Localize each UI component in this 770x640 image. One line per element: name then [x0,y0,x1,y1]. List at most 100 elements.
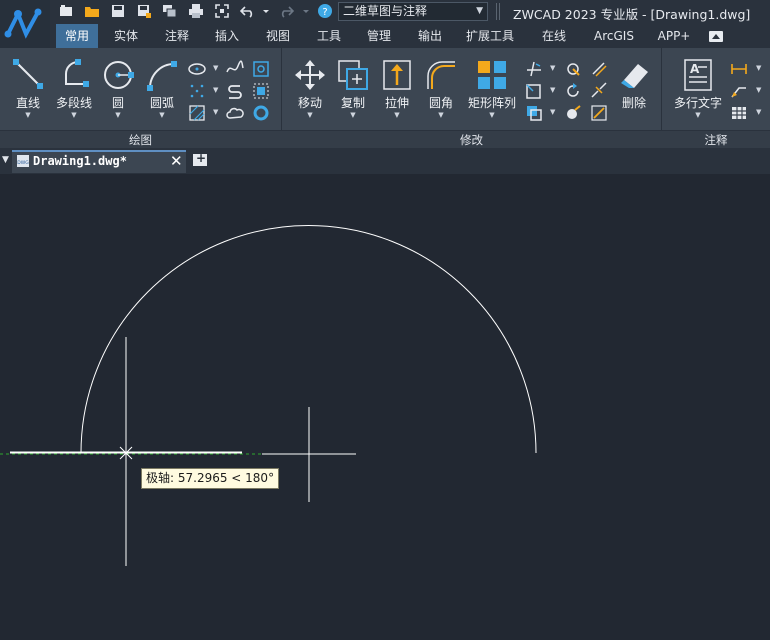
chevron-down-icon: ▼ [71,111,77,119]
explode-icon[interactable] [564,60,582,78]
fullscreen-icon[interactable] [214,3,230,19]
chevron-down-icon: ▼ [350,111,356,119]
line-tool-button[interactable]: 直线 ▼ [8,58,48,119]
chevron-down-icon[interactable]: ▼ [756,86,761,94]
rectangular-array-tool-label: 矩形阵列 [467,96,516,110]
open-folder-icon[interactable] [84,3,100,19]
rotate-icon[interactable] [564,82,582,100]
join-icon[interactable] [564,104,582,122]
help-icon[interactable]: ? [317,3,333,19]
chevron-down-icon: ▼ [307,111,313,119]
drawing-area[interactable] [0,174,770,640]
chevron-down-icon: ▼ [394,111,400,119]
trim-icon[interactable] [525,60,543,78]
title-divider [496,3,497,20]
break-icon[interactable] [590,82,608,100]
svg-text:DWG: DWG [17,160,29,166]
table-icon[interactable] [730,104,748,122]
line-tool-label: 直线 [15,96,40,110]
save-icon[interactable] [110,3,126,19]
tab-extension-tools[interactable]: 扩展工具 [462,24,518,48]
stretch-tool-button[interactable]: 拉伸 ▼ [379,58,415,119]
point-icon[interactable] [188,82,206,100]
rectangle-icon[interactable] [252,60,270,78]
tab-annotate[interactable]: 注释 [157,24,197,48]
tab-insert[interactable]: 插入 [207,24,247,48]
ellipse-icon[interactable] [188,60,206,78]
align-icon[interactable] [590,104,608,122]
tab-manage[interactable]: 管理 [359,24,399,48]
polyline-tool-button[interactable]: 多段线 ▼ [52,58,96,119]
annotate-panel-label[interactable]: 注释 [662,132,770,148]
line-icon [13,59,43,89]
revision-s-icon[interactable] [226,82,244,100]
svg-text:?: ? [322,7,327,18]
new-tab-button[interactable] [193,151,207,166]
linear-dimension-icon[interactable] [730,60,748,78]
erase-tool-label: 删除 [621,96,646,110]
chevron-down-icon[interactable]: ▼ [550,108,555,116]
move-tool-button[interactable]: 移动 ▼ [292,58,328,119]
tab-tools[interactable]: 工具 [309,24,349,48]
chevron-down-icon[interactable]: ▼ [213,64,218,72]
modify-panel-label[interactable]: 修改 [282,132,661,148]
offset-icon[interactable] [590,60,608,78]
close-icon[interactable]: ✕ [170,152,183,170]
zwcad-logo-icon [4,8,42,39]
revision-cloud-icon[interactable] [226,104,244,122]
tab-output[interactable]: 输出 [410,24,450,48]
save-as-icon[interactable] [136,3,152,19]
fillet-tool-button[interactable]: 圆角 ▼ [422,58,460,119]
leader-icon[interactable] [730,82,748,100]
print-icon[interactable] [188,3,204,19]
tab-online[interactable]: 在线 [532,24,576,48]
fillet-tool-label: 圆角 [428,96,453,110]
copy-tool-button[interactable]: 复制 ▼ [335,58,371,119]
erase-tool-button[interactable]: 删除 [614,58,654,111]
rectangular-array-tool-button[interactable]: 矩形阵列 ▼ [466,58,518,119]
tab-solid[interactable]: 实体 [106,24,146,48]
ribbon-tab-bar: 常用 实体 注释 插入 视图 工具 管理 输出 扩展工具 在线 ArcGIS A… [50,24,770,48]
new-file-icon[interactable] [58,3,74,19]
document-list-icon[interactable]: ▼ [2,155,9,165]
chevron-down-icon[interactable]: ▼ [213,86,218,94]
spline-icon[interactable] [226,60,244,78]
dwg-file-icon: DWG [17,155,29,167]
mirror-icon[interactable] [525,82,543,100]
draw-panel-label[interactable]: 绘图 [0,132,281,148]
polar-tooltip: 极轴: 57.2965 < 180° [141,468,280,489]
layers-icon[interactable] [162,3,178,19]
multiline-text-tool-button[interactable]: A 多行文字 ▼ [670,58,726,119]
tab-arcgis[interactable]: ArcGIS [588,24,640,48]
chevron-down-icon[interactable]: ▼ [756,64,761,72]
boundary-icon[interactable] [252,82,270,100]
move-tool-label: 移动 [297,96,322,110]
chevron-down-icon[interactable]: ▼ [550,86,555,94]
undo-icon[interactable] [240,3,256,19]
chevron-down-icon: ▼ [115,111,121,119]
ribbon-collapse-button[interactable] [709,31,723,42]
scale-icon[interactable] [525,104,543,122]
chevron-down-icon: ▼ [476,6,483,16]
chevron-down-icon[interactable]: ▼ [213,108,218,116]
chevron-down-icon[interactable]: ▼ [550,64,555,72]
tab-app-plus[interactable]: APP+ [650,24,698,48]
chevron-down-icon[interactable]: ▼ [756,108,761,116]
multiline-text-tool-label: 多行文字 [673,96,722,110]
arc-tool-label: 圆弧 [149,96,174,110]
title-divider [499,3,500,20]
redo-dropdown-icon[interactable] [298,3,309,19]
workspace-select[interactable]: 二维草图与注释 ▼ [338,2,488,21]
tab-home[interactable]: 常用 [56,24,98,48]
arc-tool-button[interactable]: 圆弧 ▼ [142,58,182,119]
rectangular-array-icon [478,61,506,89]
undo-dropdown-icon[interactable] [258,3,269,19]
hatch-icon[interactable] [188,104,206,122]
redo-icon[interactable] [278,3,294,19]
app-logo[interactable] [0,0,50,48]
circle-tool-button[interactable]: 圆 ▼ [100,58,136,119]
tab-view[interactable]: 视图 [258,24,298,48]
arc-icon [147,61,177,91]
donut-icon[interactable] [252,104,270,122]
document-tab-label: Drawing1.dwg* [33,154,127,168]
